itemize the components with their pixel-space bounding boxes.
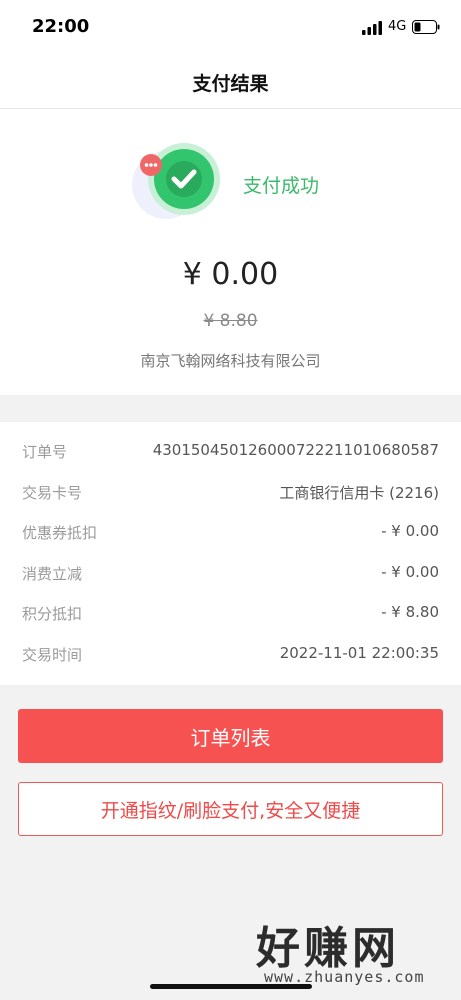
merchant-name: 南京飞翰网络科技有限公司 xyxy=(140,352,321,370)
detail-value: - ¥ 0.00 xyxy=(381,563,439,581)
detail-row-time: 交易时间 2022-11-01 22:00:35 xyxy=(22,644,439,666)
order-list-button[interactable]: 订单列表 xyxy=(18,709,443,763)
detail-value: 2022-11-01 22:00:35 xyxy=(279,644,439,662)
transaction-details: 订单号 430150450126000722211010680587 交易卡号 … xyxy=(0,422,461,685)
detail-row-points: 积分抵扣 - ¥ 8.80 xyxy=(22,603,439,625)
payment-result-card: 支付成功 ¥ 0.00 ¥ 8.80 南京飞翰网络科技有限公司 xyxy=(0,109,461,395)
payment-status-text: 支付成功 xyxy=(243,175,320,197)
detail-label: 优惠券抵扣 xyxy=(22,524,98,542)
original-amount: ¥ 8.80 xyxy=(203,311,258,331)
detail-label: 订单号 xyxy=(22,443,68,461)
detail-label: 消费立减 xyxy=(22,565,83,583)
detail-row-discount: 消费立减 - ¥ 0.00 xyxy=(22,563,439,585)
nav-bar: 支付结果 xyxy=(0,56,461,109)
home-indicator xyxy=(150,984,312,989)
network-type: 4G xyxy=(388,19,407,34)
watermark-logo: 好赚网 www.zhuanyes.com xyxy=(256,912,446,992)
page-title: 支付结果 xyxy=(192,73,269,95)
detail-label: 交易时间 xyxy=(22,646,83,664)
status-time: 22:00 xyxy=(32,16,90,37)
detail-label: 积分抵扣 xyxy=(22,605,83,623)
detail-label: 交易卡号 xyxy=(22,484,83,502)
detail-value: - ¥ 8.80 xyxy=(381,603,439,621)
battery-icon xyxy=(412,20,440,34)
detail-row-order-number: 订单号 430150450126000722211010680587 xyxy=(22,441,439,463)
watermark-brand: 好赚网 xyxy=(256,923,400,974)
status-bar: 22:00 4G xyxy=(0,0,461,56)
detail-value: - ¥ 0.00 xyxy=(381,522,439,540)
paid-amount: ¥ 0.00 xyxy=(182,257,279,292)
enable-biometric-pay-button[interactable]: 开通指纹/刷脸支付,安全又便捷 xyxy=(18,782,443,836)
detail-value: 430150450126000722211010680587 xyxy=(152,441,439,459)
detail-row-coupon: 优惠券抵扣 - ¥ 0.00 xyxy=(22,522,439,544)
detail-value: 工商银行信用卡 (2216) xyxy=(279,484,439,502)
detail-row-card: 交易卡号 工商银行信用卡 (2216) xyxy=(22,482,439,504)
payment-success-icon xyxy=(132,143,220,219)
cellular-signal-icon xyxy=(362,21,382,35)
